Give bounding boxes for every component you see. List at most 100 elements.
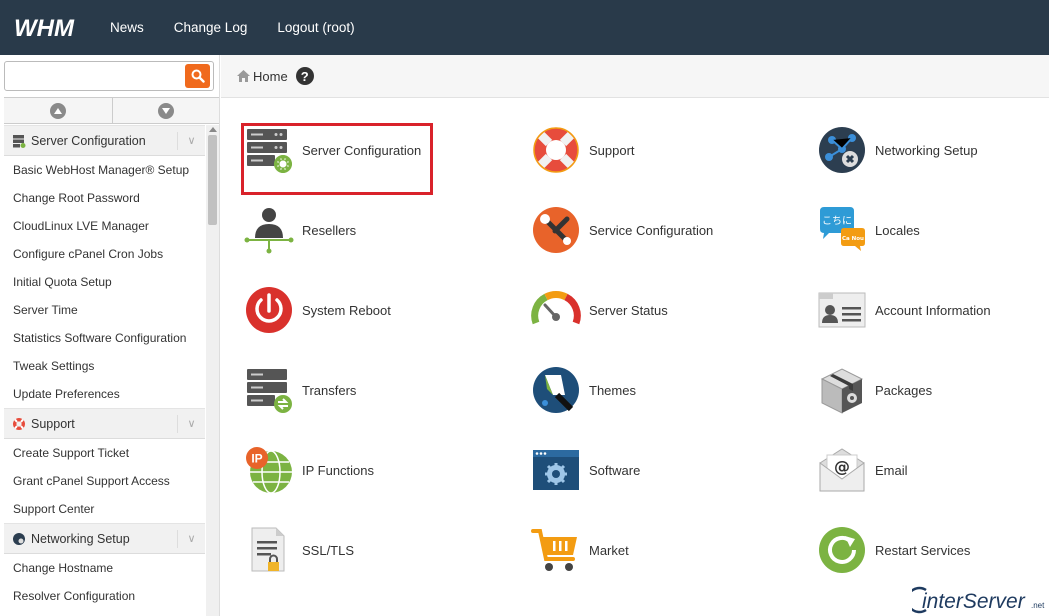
sidebar-item-cloudlinux-lve-manager[interactable]: CloudLinux LVE Manager	[4, 212, 205, 240]
top-nav: News Change Log Logout (root)	[110, 20, 385, 35]
tile-locales[interactable]: こちに Ca Nou Locales	[813, 195, 1049, 265]
main-icon-grid: Server Configuration Support Networking …	[240, 110, 1049, 590]
server-transfer-icon	[247, 369, 292, 413]
scrollbar-thumb[interactable]	[208, 135, 217, 225]
server-configuration-icon	[13, 134, 26, 148]
tile-themes[interactable]: Themes	[527, 355, 787, 425]
wrench-icon	[533, 207, 579, 253]
tile-label: Transfers	[302, 382, 357, 398]
networking-icon	[819, 127, 865, 173]
sidebar-scrollbar[interactable]	[206, 125, 219, 616]
sidebar-item-grant-cpanel-support-access[interactable]: Grant cPanel Support Access	[4, 467, 205, 495]
tile-label: IP Functions	[302, 462, 375, 478]
sidebar-item-tweak-settings[interactable]: Tweak Settings	[4, 352, 205, 380]
category-label: Support	[31, 416, 75, 431]
tile-server-configuration[interactable]: Server Configuration	[240, 115, 500, 195]
sidebar-item-server-time[interactable]: Server Time	[4, 296, 205, 324]
tile-label: Networking Setup	[875, 142, 978, 158]
sidebar-item-create-support-ticket[interactable]: Create Support Ticket	[4, 439, 205, 467]
tile-email[interactable]: @ Email	[813, 435, 1049, 505]
tile-label: Server Status	[589, 302, 668, 318]
sidebar-item-initial-quota-setup[interactable]: Initial Quota Setup	[4, 268, 205, 296]
networking-icon	[13, 532, 25, 545]
tile-label: Server Configuration	[302, 142, 422, 158]
tile-ip-functions[interactable]: IP IP Functions	[240, 435, 500, 505]
tile-label: Service Configuration	[589, 222, 714, 238]
sidebar: Server Configuration ∨ Basic WebHost Man…	[0, 55, 220, 616]
paint-brush-icon	[533, 367, 579, 413]
sidebar-item-change-hostname[interactable]: Change Hostname	[4, 554, 205, 582]
id-card-icon	[818, 292, 866, 328]
svg-text:@: @	[834, 457, 850, 476]
tile-label: Packages	[875, 382, 933, 398]
tile-label: Market	[589, 542, 629, 558]
tile-label: Resellers	[302, 222, 357, 238]
help-icon[interactable]: ?	[295, 67, 314, 85]
speech-bubbles-icon: こちに Ca Nou	[820, 207, 865, 251]
tile-label: SSL/TLS	[302, 542, 355, 558]
search-input[interactable]	[7, 64, 185, 88]
tile-label: Support	[589, 142, 635, 158]
whm-logo[interactable]: WHM	[14, 15, 88, 41]
envelope-icon: @	[819, 448, 865, 492]
tile-label: Account Information	[875, 302, 991, 318]
sidebar-item-configure-cron-jobs[interactable]: Configure cPanel Cron Jobs	[4, 240, 205, 268]
tile-software[interactable]: Software	[527, 435, 787, 505]
power-icon	[246, 287, 292, 333]
tile-service-configuration[interactable]: Service Configuration	[527, 195, 787, 265]
sidebar-category-server-configuration[interactable]: Server Configuration ∨	[4, 125, 205, 156]
tile-networking-setup[interactable]: Networking Setup	[813, 115, 1049, 185]
svg-text:WHM: WHM	[14, 15, 75, 41]
software-window-icon	[533, 450, 579, 490]
tile-server-status[interactable]: Server Status	[527, 275, 787, 345]
tile-account-information[interactable]: Account Information	[813, 275, 1049, 345]
search-box	[4, 61, 214, 91]
collapse-all-button[interactable]	[4, 98, 113, 123]
sidebar-category-networking-setup[interactable]: Networking Setup ∨	[4, 523, 205, 554]
tile-system-reboot[interactable]: System Reboot	[240, 275, 500, 345]
tile-ssl-tls[interactable]: SSL/TLS	[240, 515, 500, 585]
sidebar-item-change-root-password[interactable]: Change Root Password	[4, 184, 205, 212]
chevron-down-icon[interactable]: ∨	[177, 415, 205, 433]
tile-resellers[interactable]: Resellers	[240, 195, 500, 265]
shopping-cart-icon	[531, 529, 577, 571]
scroll-up-arrow-icon[interactable]	[209, 127, 217, 132]
sidebar-item-update-preferences[interactable]: Update Preferences	[4, 380, 205, 408]
change-log-link[interactable]: Change Log	[174, 20, 248, 35]
tile-label: Themes	[589, 382, 636, 398]
sidebar-item-support-center[interactable]: Support Center	[4, 495, 205, 523]
category-label: Server Configuration	[31, 133, 146, 148]
collapse-controls	[4, 97, 220, 124]
sidebar-item-basic-webhost-manager-setup[interactable]: Basic WebHost Manager® Setup	[4, 156, 205, 184]
sidebar-category-support[interactable]: Support ∨	[4, 408, 205, 439]
tile-transfers[interactable]: Transfers	[240, 355, 500, 425]
certificate-lock-icon	[251, 527, 285, 572]
logout-link[interactable]: Logout (root)	[277, 20, 354, 35]
tile-packages[interactable]: Packages	[813, 355, 1049, 425]
chevron-down-icon[interactable]: ∨	[177, 132, 205, 150]
chevron-down-icon[interactable]: ∨	[177, 530, 205, 548]
interserver-logo: interServer .net	[912, 586, 1045, 614]
svg-text:こちに: こちに	[822, 215, 852, 227]
arrow-up-icon	[49, 102, 66, 119]
search-button[interactable]	[185, 64, 210, 88]
sidebar-item-statistics-software-configuration[interactable]: Statistics Software Configuration	[4, 324, 205, 352]
news-link[interactable]: News	[110, 20, 144, 35]
tile-label: Restart Services	[875, 542, 971, 558]
expand-all-button[interactable]	[113, 98, 220, 123]
search-icon	[191, 69, 205, 83]
sidebar-nav: Server Configuration ∨ Basic WebHost Man…	[4, 125, 205, 610]
arrow-down-icon	[158, 102, 175, 119]
breadcrumb-home-link[interactable]: Home	[253, 69, 288, 84]
tile-support[interactable]: Support	[527, 115, 787, 185]
svg-text:IP: IP	[251, 452, 262, 466]
globe-ip-icon: IP	[246, 447, 292, 494]
tile-label: Locales	[875, 222, 920, 238]
tile-market[interactable]: Market	[527, 515, 787, 585]
sidebar-item-resolver-configuration[interactable]: Resolver Configuration	[4, 582, 205, 610]
package-box-icon	[820, 368, 864, 414]
tile-label: Software	[589, 462, 641, 478]
top-bar: WHM News Change Log Logout (root)	[0, 0, 1049, 55]
lifebuoy-icon	[13, 417, 25, 430]
tile-restart-services[interactable]: Restart Services	[813, 515, 1049, 585]
